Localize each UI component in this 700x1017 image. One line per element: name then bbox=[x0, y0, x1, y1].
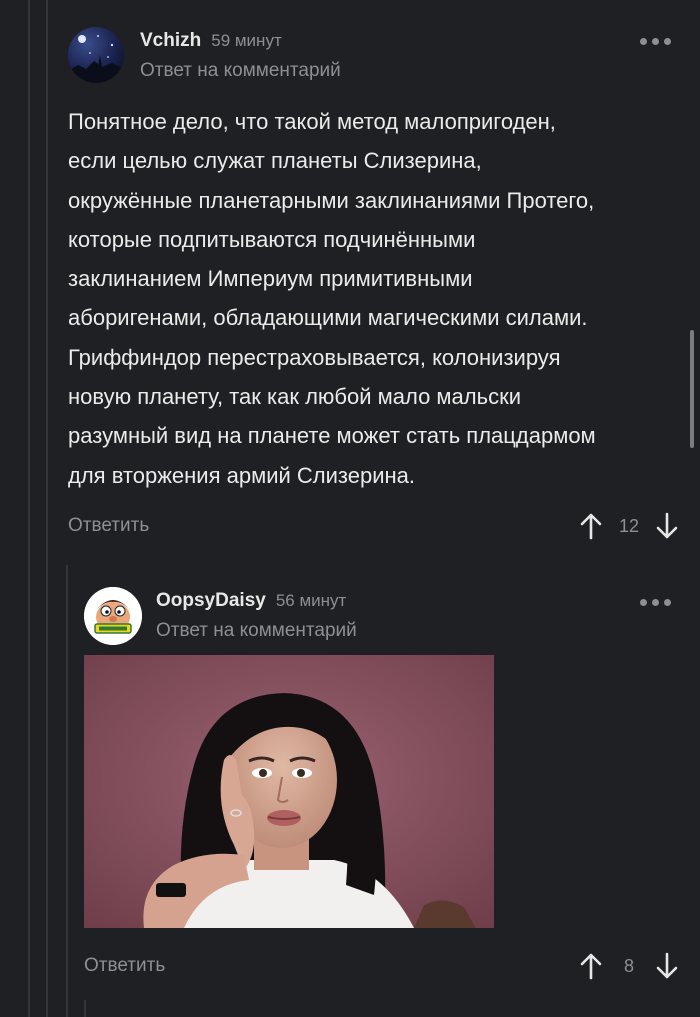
night-sky-avatar-icon[interactable] bbox=[68, 27, 124, 83]
author-name[interactable]: Vchizh bbox=[140, 30, 201, 52]
thread-line[interactable] bbox=[84, 1000, 86, 1017]
author-line: OopsyDaisy 56 минут bbox=[156, 590, 357, 612]
dot bbox=[664, 38, 671, 45]
comment-line: Понятное дело, что такой метод малоприго… bbox=[68, 109, 556, 134]
woman-photo-image[interactable] bbox=[84, 655, 494, 928]
dot bbox=[640, 38, 647, 45]
vote-controls: 8 bbox=[578, 951, 680, 981]
dot bbox=[652, 38, 659, 45]
thread-line[interactable] bbox=[46, 0, 48, 1017]
dot bbox=[640, 599, 647, 606]
thread-line[interactable] bbox=[28, 0, 30, 1017]
comment-header: OopsyDaisy 56 минут Ответ на комментарий bbox=[84, 587, 357, 645]
comment-meta: Vchizh 59 минут Ответ на комментарий bbox=[140, 30, 341, 82]
comment-line: аборигенами, обладающими магическими сил… bbox=[68, 305, 588, 331]
comment-header: Vchizh 59 минут Ответ на комментарий bbox=[68, 27, 341, 83]
arrow-down-icon[interactable] bbox=[654, 951, 680, 981]
comment-line: заклинанием Империум примитивными bbox=[68, 266, 473, 292]
comment-time[interactable]: 59 минут bbox=[211, 31, 282, 51]
reply-button[interactable]: Ответить bbox=[84, 955, 165, 977]
arrow-down-icon[interactable] bbox=[654, 511, 680, 541]
comment-line: Гриффиндор перестраховывается, колонизир… bbox=[68, 344, 561, 370]
comment-line: новую планету, так как любой мало мальск… bbox=[68, 384, 522, 410]
cartoon-character-avatar-icon[interactable] bbox=[84, 587, 142, 645]
author-line: Vchizh 59 минут bbox=[140, 30, 341, 52]
comment-footer: Ответить 8 bbox=[84, 951, 680, 981]
comment-line: если целью служат планеты Слизерина, bbox=[68, 148, 482, 174]
comment-line: окружённые планетарными заклинаниями Про… bbox=[68, 187, 595, 213]
dot bbox=[664, 599, 671, 606]
arrow-up-icon[interactable] bbox=[578, 511, 604, 541]
comment-body: Понятное дело, что такой метод малоприго… bbox=[68, 102, 683, 495]
vote-controls: 12 bbox=[578, 511, 680, 541]
comment-time[interactable]: 56 минут bbox=[276, 591, 347, 611]
comment-footer: Ответить 12 bbox=[68, 511, 680, 541]
author-name[interactable]: OopsyDaisy bbox=[156, 590, 266, 612]
rating-count: 12 bbox=[618, 515, 640, 536]
reply-to-link[interactable]: Ответ на комментарий bbox=[140, 60, 341, 82]
reply-button[interactable]: Ответить bbox=[68, 515, 149, 537]
more-dots-icon[interactable] bbox=[640, 38, 671, 45]
comment-line: которые подпитываются подчинёнными bbox=[68, 226, 476, 252]
comment-line: для вторжения армий Слизерина. bbox=[68, 462, 416, 488]
dot bbox=[652, 599, 659, 606]
thread-line[interactable] bbox=[66, 565, 68, 1017]
comment-line: разумный вид на планете может стать плац… bbox=[68, 423, 596, 449]
more-dots-icon[interactable] bbox=[640, 599, 671, 606]
scrollbar[interactable] bbox=[690, 330, 694, 448]
comment-meta: OopsyDaisy 56 минут Ответ на комментарий bbox=[156, 590, 357, 642]
reply-to-link[interactable]: Ответ на комментарий bbox=[156, 620, 357, 642]
arrow-up-icon[interactable] bbox=[578, 951, 604, 981]
rating-count: 8 bbox=[623, 955, 634, 976]
comments-page: Vchizh 59 минут Ответ на комментарий Пон… bbox=[0, 0, 700, 1017]
